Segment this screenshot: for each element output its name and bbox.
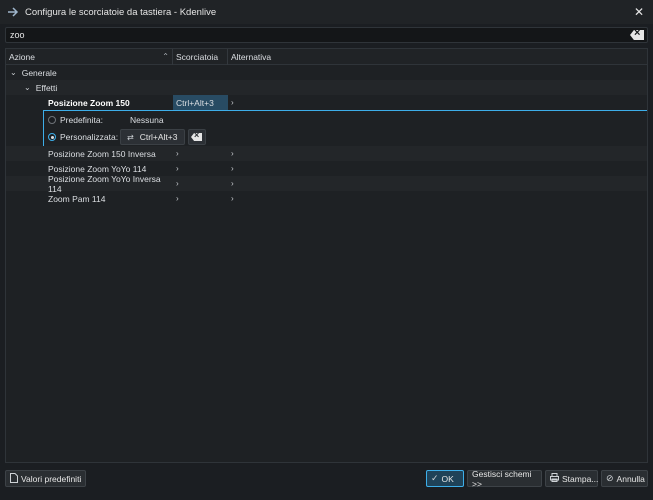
print-label: Stampa... [562,473,599,484]
column-label-azione: Azione [9,52,35,62]
action-label: Zoom Pam 114 [48,193,106,204]
cancel-icon: ⊘ [606,473,614,483]
title-bar: Configura le scorciatoie da tastiera - K… [0,0,653,24]
shortcut-cell[interactable]: › [173,161,228,176]
chevron-right-icon: › [176,149,179,158]
column-header-azione[interactable]: Azione ⌃ [6,49,173,65]
column-label-scorciatoia: Scorciatoia [176,52,219,62]
default-option[interactable]: Predefinita: Nessuna [48,115,164,125]
tree-group-generale[interactable]: ⌄ Generale [6,65,647,80]
alternative-cell[interactable]: › [228,146,647,161]
shortcut-tree[interactable]: Azione ⌃ Scorciatoia Alternativa ⌄ Gener… [5,48,648,463]
ok-button[interactable]: ✓ OK [426,470,464,487]
shortcut-cell[interactable]: › [173,191,228,206]
chevron-right-icon: › [231,164,234,173]
backspace-icon [191,133,202,141]
custom-radio[interactable] [48,133,56,141]
tree-group-effetti[interactable]: ⌄ Effetti [6,80,647,95]
default-value: Nessuna [130,115,164,125]
table-row[interactable]: Posizione Zoom YoYo Inversa 114 › › [6,174,647,194]
document-icon [10,472,18,485]
custom-label: Personalizzata: [60,132,119,142]
shortcut-cell[interactable]: › [173,176,228,191]
chevron-right-icon: › [176,194,179,203]
action-label: Posizione Zoom YoYo 114 [48,163,147,174]
defaults-button[interactable]: Valori predefiniti [5,470,87,487]
table-row[interactable]: Posizione Zoom 150 Inversa › › [6,146,647,161]
chevron-right-icon: › [176,179,179,188]
key-sequence-value: Ctrl+Alt+3 [139,132,178,142]
column-label-alternativa: Alternativa [231,52,272,62]
alternative-cell[interactable]: › [228,95,647,110]
subgroup-label: Effetti [35,82,58,93]
clear-search-icon[interactable] [630,30,644,40]
alternative-cell[interactable]: › [228,191,647,206]
key-sequence-button[interactable]: ⇄ Ctrl+Alt+3 [120,129,185,145]
print-button[interactable]: Stampa... [545,470,598,487]
arrow-icon [5,4,21,20]
action-label: Posizione Zoom 150 [48,97,130,108]
dialog-footer: Valori predefiniti ✓ OK Gestisci schemi … [0,466,653,500]
column-header-alternativa[interactable]: Alternativa [228,49,647,65]
search-box [5,27,648,43]
chevron-down-icon[interactable]: ⌄ [24,83,31,92]
tree-header: Azione ⌃ Scorciatoia Alternativa [6,49,647,65]
close-icon[interactable]: ✕ [631,4,647,20]
chevron-right-icon: › [176,164,179,173]
cancel-button[interactable]: ⊘ Annulla [601,470,648,487]
chevron-right-icon: › [231,149,234,158]
shortcut-value: Ctrl+Alt+3 [176,97,214,108]
printer-icon [550,473,559,484]
alternative-cell[interactable]: › [228,176,647,191]
configure-shortcut-icon: ⇄ [127,132,134,142]
column-header-scorciatoia[interactable]: Scorciatoia [173,49,228,65]
table-row[interactable]: Zoom Pam 114 › › [6,191,647,206]
group-label: Generale [21,67,57,78]
chevron-right-icon: › [231,98,234,107]
search-input[interactable] [6,28,630,42]
chevron-right-icon: › [231,179,234,188]
cancel-label: Annulla [616,473,645,484]
shortcut-cell[interactable]: Ctrl+Alt+3 [173,95,228,110]
default-radio[interactable] [48,116,56,124]
clear-shortcut-button[interactable] [187,129,206,145]
chevron-down-icon[interactable]: ⌄ [10,68,17,77]
sort-caret-icon: ⌃ [162,52,169,61]
chevron-right-icon: › [231,194,234,203]
window-title: Configura le scorciatoie da tastiera - K… [25,6,217,18]
table-row-selected[interactable]: Posizione Zoom 150 Ctrl+Alt+3 › [6,95,647,110]
schemes-label: Gestisci schemi >> [472,468,532,489]
defaults-label: Valori predefiniti [21,473,82,484]
action-label: Posizione Zoom 150 Inversa [48,148,156,159]
alternative-cell[interactable]: › [228,161,647,176]
check-icon: ✓ [431,473,439,483]
manage-schemes-button[interactable]: Gestisci schemi >> [467,468,542,489]
ok-label: OK [441,473,454,484]
custom-option[interactable]: Personalizzata: ⇄ Ctrl+Alt+3 [48,129,206,145]
shortcut-editor: Predefinita: Nessuna Personalizzata: ⇄ C… [43,110,647,147]
default-label: Predefinita: [60,115,103,125]
shortcut-cell[interactable]: › [173,146,228,161]
